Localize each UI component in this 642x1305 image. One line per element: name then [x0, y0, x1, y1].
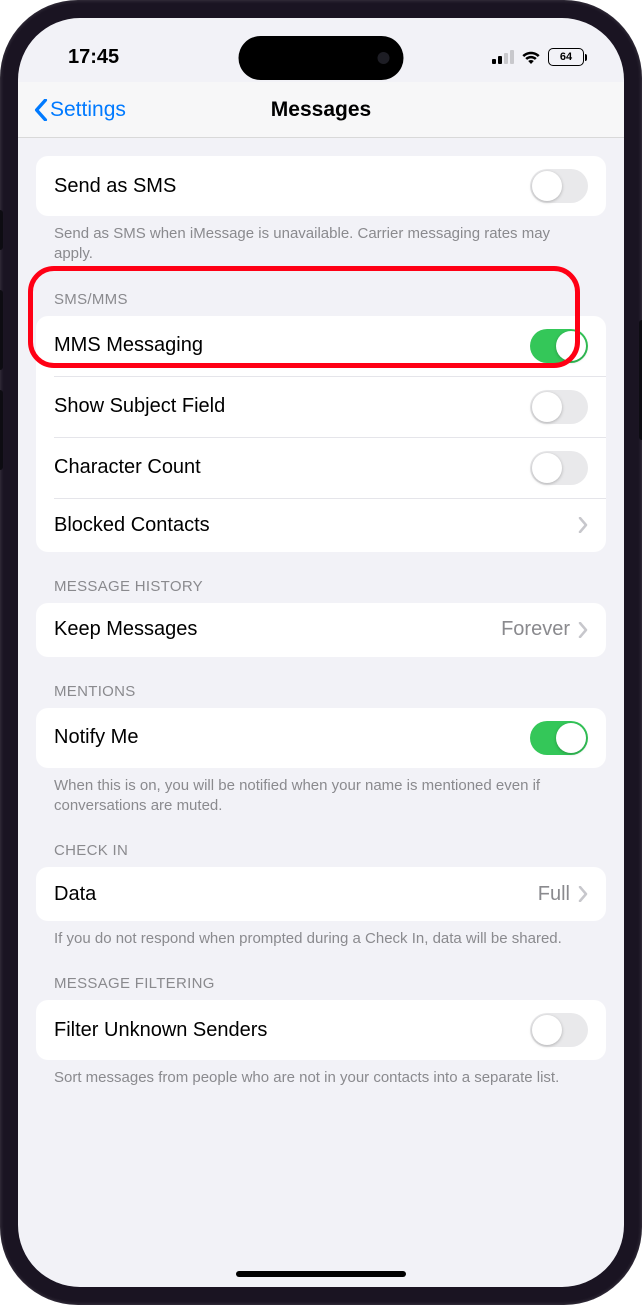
keep-messages-value: Forever — [501, 618, 570, 641]
send-sms-group: Send as SMS — [36, 156, 606, 216]
silent-switch[interactable] — [0, 210, 3, 250]
filter-unknown-row[interactable]: Filter Unknown Senders — [36, 1000, 606, 1060]
keep-messages-label: Keep Messages — [54, 618, 197, 641]
blocked-contacts-label: Blocked Contacts — [54, 514, 210, 537]
filter-unknown-toggle[interactable] — [530, 1013, 588, 1047]
notify-me-label: Notify Me — [54, 726, 138, 749]
mentions-header: MENTIONS — [54, 683, 588, 700]
filter-unknown-label: Filter Unknown Senders — [54, 1019, 267, 1042]
checkin-group: Data Full — [36, 867, 606, 921]
send-sms-footer: Send as SMS when iMessage is unavailable… — [54, 224, 588, 265]
sms-mms-group: MMS Messaging Show Subject Field Charact… — [36, 316, 606, 552]
volume-down-button[interactable] — [0, 390, 3, 470]
device-frame: 17:45 64 Settings Messages — [0, 0, 642, 1305]
character-count-toggle[interactable] — [530, 451, 588, 485]
page-title: Messages — [271, 98, 371, 122]
send-as-sms-label: Send as SMS — [54, 175, 176, 198]
home-indicator[interactable] — [236, 1271, 406, 1277]
chevron-right-icon — [578, 886, 588, 902]
show-subject-row[interactable]: Show Subject Field — [54, 376, 606, 437]
mms-messaging-toggle[interactable] — [530, 329, 588, 363]
wifi-icon — [521, 50, 541, 65]
battery-icon: 64 — [548, 48, 584, 66]
filtering-group: Filter Unknown Senders — [36, 1000, 606, 1060]
history-group: Keep Messages Forever — [36, 603, 606, 657]
cellular-signal-icon — [492, 50, 514, 64]
notify-me-row[interactable]: Notify Me — [36, 708, 606, 768]
checkin-footer: If you do not respond when prompted duri… — [54, 929, 588, 949]
notify-me-toggle[interactable] — [530, 721, 588, 755]
mms-messaging-label: MMS Messaging — [54, 334, 203, 357]
battery-level: 64 — [560, 51, 572, 63]
show-subject-label: Show Subject Field — [54, 395, 225, 418]
chevron-left-icon — [34, 99, 48, 121]
mms-messaging-row[interactable]: MMS Messaging — [36, 316, 606, 376]
content: Send as SMS Send as SMS when iMessage is… — [18, 138, 624, 1287]
blocked-contacts-row[interactable]: Blocked Contacts — [54, 498, 606, 552]
keep-messages-row[interactable]: Keep Messages Forever — [36, 603, 606, 657]
screen: 17:45 64 Settings Messages — [18, 18, 624, 1287]
checkin-data-value: Full — [538, 883, 570, 906]
chevron-right-icon — [578, 517, 588, 533]
checkin-data-row[interactable]: Data Full — [36, 867, 606, 921]
character-count-label: Character Count — [54, 456, 201, 479]
mentions-footer: When this is on, you will be notified wh… — [54, 776, 588, 817]
sms-mms-header: SMS/MMS — [54, 291, 588, 308]
send-as-sms-row[interactable]: Send as SMS — [36, 156, 606, 216]
show-subject-toggle[interactable] — [530, 390, 588, 424]
status-time: 17:45 — [68, 46, 119, 69]
checkin-header: CHECK IN — [54, 842, 588, 859]
chevron-right-icon — [578, 622, 588, 638]
send-as-sms-toggle[interactable] — [530, 169, 588, 203]
filtering-footer: Sort messages from people who are not in… — [54, 1068, 588, 1088]
status-right: 64 — [492, 48, 584, 66]
volume-up-button[interactable] — [0, 290, 3, 370]
back-button[interactable]: Settings — [34, 98, 126, 122]
nav-bar: Settings Messages — [18, 82, 624, 138]
character-count-row[interactable]: Character Count — [54, 437, 606, 498]
back-label: Settings — [50, 98, 126, 122]
checkin-data-label: Data — [54, 883, 96, 906]
dynamic-island — [239, 36, 404, 80]
filtering-header: MESSAGE FILTERING — [54, 975, 588, 992]
history-header: MESSAGE HISTORY — [54, 578, 588, 595]
mentions-group: Notify Me — [36, 708, 606, 768]
